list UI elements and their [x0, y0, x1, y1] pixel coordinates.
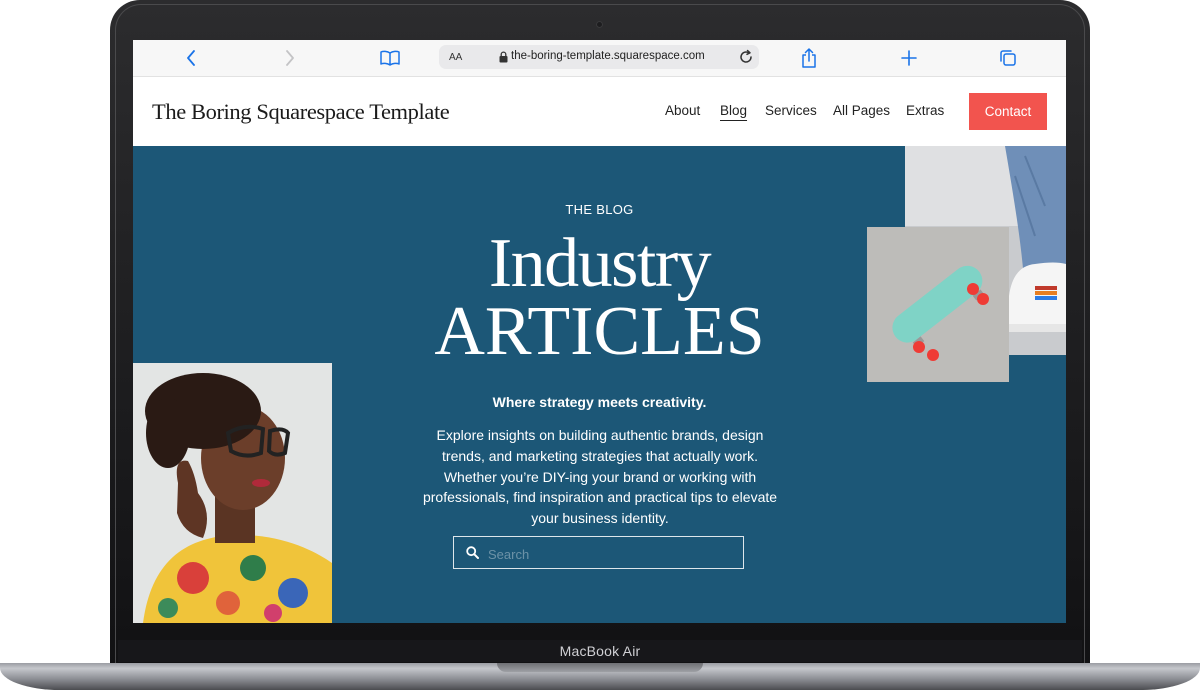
hero-description: Explore insights on building authentic b… — [422, 427, 778, 527]
hero-headline-line2: ARTICLES — [434, 293, 765, 370]
contact-button[interactable]: Contact — [969, 93, 1047, 130]
search-icon — [466, 546, 479, 559]
address-bar[interactable]: AA the-boring-template.squarespace.com — [439, 45, 759, 69]
nav-link-blog[interactable]: Blog — [720, 103, 747, 118]
back-icon[interactable] — [180, 47, 202, 69]
url-text: the-boring-template.squarespace.com — [511, 50, 705, 62]
nav-link-about[interactable]: About — [665, 103, 700, 118]
share-icon[interactable] — [798, 47, 820, 69]
laptop-notch — [497, 663, 703, 672]
bookmarks-icon[interactable] — [379, 47, 401, 69]
lock-icon — [499, 51, 508, 63]
hero-tagline: Where strategy meets creativity. — [492, 394, 707, 410]
hero-section: THE BLOG Industry ARTICLES Where strateg… — [133, 146, 1066, 623]
camera-icon — [596, 21, 603, 28]
text-size-button[interactable]: AA — [449, 52, 462, 63]
device-label: MacBook Air — [559, 643, 641, 659]
nav-link-services[interactable]: Services — [765, 103, 817, 118]
hero-eyebrow: THE BLOG — [565, 202, 634, 217]
site-header: The Boring Squarespace Template About Bl… — [133, 77, 1066, 146]
search-input[interactable] — [486, 543, 740, 565]
reload-icon[interactable] — [738, 49, 754, 65]
nav-link-all-pages[interactable]: All Pages — [833, 103, 890, 118]
forward-icon[interactable] — [279, 47, 301, 69]
new-tab-icon[interactable] — [898, 47, 920, 69]
screen: AA the-boring-template.squarespace.com T… — [133, 40, 1066, 623]
site-title[interactable]: The Boring Squarespace Template — [152, 99, 450, 125]
tabs-overview-icon[interactable] — [997, 47, 1019, 69]
nav-link-extras[interactable]: Extras — [906, 103, 944, 118]
browser-toolbar: AA the-boring-template.squarespace.com — [133, 40, 1066, 77]
search-box[interactable] — [453, 536, 744, 569]
